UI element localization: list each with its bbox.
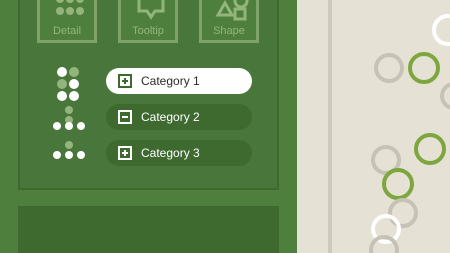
category-3-button[interactable]: Category 3 bbox=[106, 140, 252, 166]
ring-gray bbox=[440, 82, 450, 110]
category-1-dots-icon bbox=[57, 67, 79, 101]
category-1-label: Category 1 bbox=[141, 74, 200, 88]
shapes-icon bbox=[215, 0, 249, 21]
shape-button[interactable]: Shape bbox=[199, 0, 259, 43]
detail-button-label: Detail bbox=[52, 25, 82, 37]
vertical-divider bbox=[328, 0, 332, 253]
ring-gray bbox=[374, 53, 404, 83]
lower-panel bbox=[18, 206, 279, 253]
category-2-button[interactable]: Category 2 bbox=[106, 104, 252, 130]
tooltip-button[interactable]: Tooltip bbox=[118, 0, 178, 43]
plus-box-icon bbox=[118, 146, 132, 160]
minus-box-icon bbox=[118, 110, 132, 124]
ring-white bbox=[432, 14, 450, 46]
left-panel-background: Detail Tooltip Shape Category 1 Category… bbox=[0, 0, 297, 253]
ring-gray bbox=[388, 198, 418, 228]
category-2-dots-icon bbox=[53, 106, 85, 130]
ring-green bbox=[414, 133, 446, 165]
ring-green bbox=[408, 52, 440, 84]
category-1-button[interactable]: Category 1 bbox=[106, 68, 252, 94]
tooltip-button-label: Tooltip bbox=[132, 25, 164, 37]
detail-button[interactable]: Detail bbox=[37, 0, 97, 43]
decorative-rings bbox=[369, 14, 450, 253]
category-3-dots-icon bbox=[53, 141, 85, 159]
category-3-label: Category 3 bbox=[141, 146, 200, 160]
ring-green bbox=[382, 168, 414, 200]
detail-dots-icon bbox=[56, 0, 84, 15]
tooltip-icon bbox=[137, 0, 165, 20]
ring-gray bbox=[369, 235, 399, 253]
plus-box-icon bbox=[118, 74, 132, 88]
category-2-label: Category 2 bbox=[141, 110, 200, 124]
shape-button-label: Shape bbox=[213, 25, 245, 37]
